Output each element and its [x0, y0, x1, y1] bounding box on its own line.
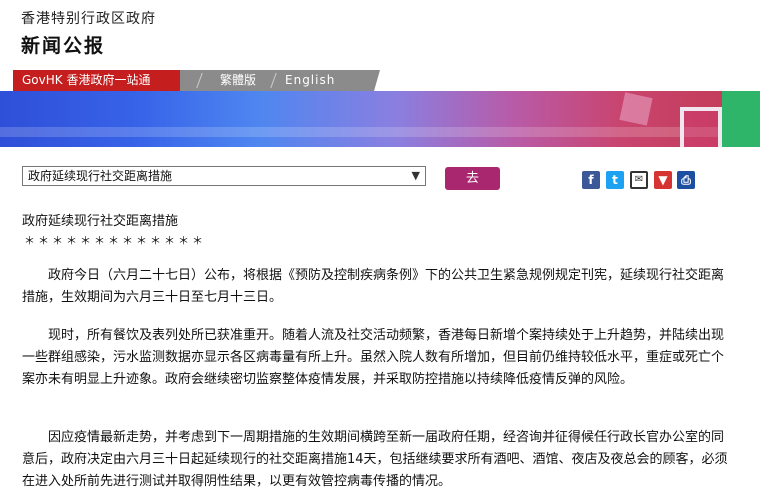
title-stars-divider: ＊＊＊＊＊＊＊＊＊＊＊＊＊	[24, 234, 206, 247]
article-paragraph: 因应疫情最新走势，并考虑到下一周期措施的生效期间横跨至新一届政府任期，经咨询并征…	[22, 430, 728, 489]
go-button[interactable]: 去	[445, 167, 500, 190]
banner-frame-decoration	[680, 107, 722, 147]
press-release-select-value: 政府延续现行社交距离措施	[28, 169, 173, 183]
nav-separator	[196, 73, 204, 88]
article-title: 政府延续现行社交距离措施	[22, 214, 179, 229]
press-releases-title[interactable]: 新闻公报	[21, 31, 105, 58]
chevron-down-icon: ▼	[411, 169, 420, 182]
email-icon[interactable]: ✉	[630, 171, 648, 189]
press-release-select[interactable]: 政府延续现行社交距离措施 ▼	[22, 166, 426, 186]
article-paragraph: 现时，所有餐饮及表列处所已获准重开。随着人流及社交活动频繁，香港每日新增个案持续…	[22, 328, 725, 387]
facebook-icon[interactable]: f	[582, 171, 600, 189]
header-banner	[0, 91, 760, 147]
govhk-link[interactable]: GovHK 香港政府一站通	[13, 70, 180, 91]
site-header: 香港特别行政区政府 新闻公报	[0, 0, 760, 70]
english-link[interactable]: English	[285, 70, 335, 91]
banner-green-block	[722, 91, 760, 147]
banner-decoration	[619, 92, 653, 126]
article-paragraph: 政府今日（六月二十七日）公布，将根据《预防及控制疾病条例》下的公共卫生紧急规例规…	[22, 268, 725, 305]
banner-stripe	[0, 127, 760, 137]
government-name: 香港特别行政区政府	[21, 11, 156, 27]
print-icon[interactable]: ⎙	[677, 171, 695, 189]
nav-language-bar	[180, 70, 380, 91]
traditional-chinese-link[interactable]: 繁體版	[220, 70, 256, 91]
twitter-icon[interactable]: t	[606, 171, 624, 189]
top-nav-bar: GovHK 香港政府一站通 繁體版 English	[0, 70, 760, 91]
nav-separator	[270, 73, 278, 88]
download-icon[interactable]: ▼	[654, 171, 672, 189]
